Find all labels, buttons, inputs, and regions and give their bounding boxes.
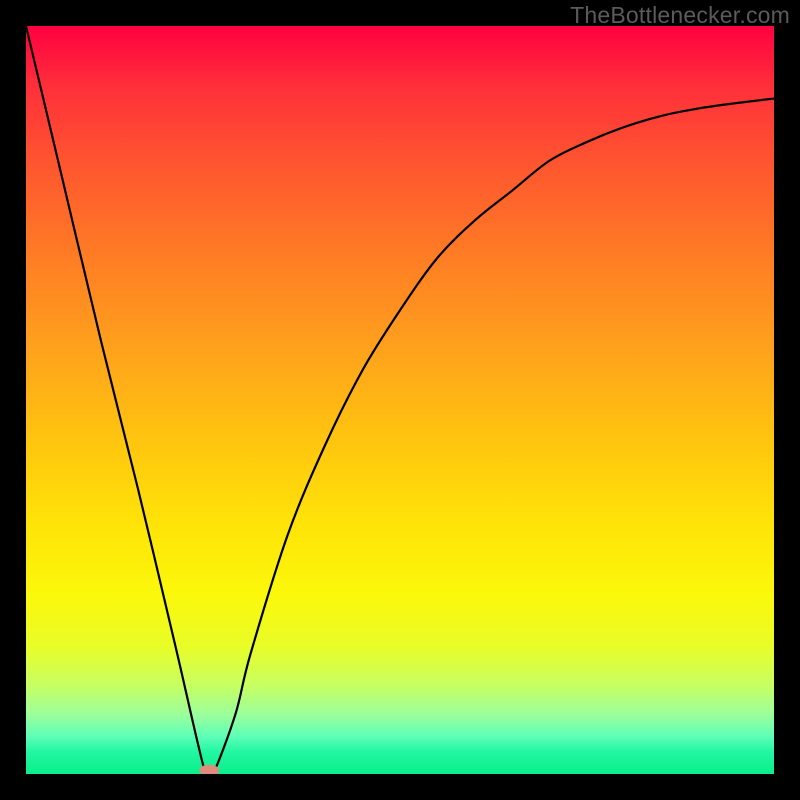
bottleneck-curve	[26, 26, 774, 774]
chart-frame: TheBottlenecker.com	[0, 0, 800, 800]
plot-area	[26, 26, 774, 774]
watermark-label: TheBottlenecker.com	[570, 2, 790, 29]
curve-path	[26, 26, 774, 774]
